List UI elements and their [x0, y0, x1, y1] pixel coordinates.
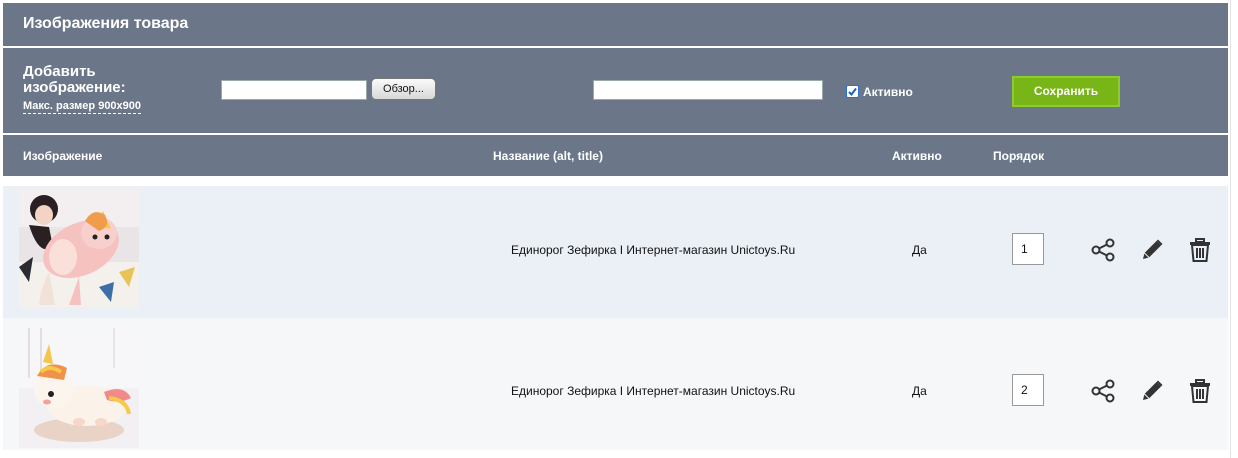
table-header: Изображение Название (alt, title) Активн…: [3, 135, 1228, 176]
add-image-bar: Добавить изображение: Макс. размер 900x9…: [3, 48, 1228, 133]
table-row: Единорог Зефирка I Интернет-магазин Unic…: [3, 186, 1228, 318]
panel-title: Изображения товара: [23, 15, 189, 32]
panel-header: Изображения товара: [3, 3, 1228, 46]
order-input[interactable]: 1: [1012, 233, 1044, 265]
active-checkbox-label[interactable]: Активно: [863, 85, 913, 99]
image-name: Единорог Зефирка I Интернет-магазин Unic…: [511, 384, 796, 398]
file-path-field[interactable]: [221, 80, 367, 100]
column-header-name: Название (alt, title): [493, 149, 603, 163]
product-thumbnail[interactable]: [19, 328, 139, 448]
scrollbar[interactable]: [1230, 0, 1238, 458]
active-value: Да: [912, 384, 927, 398]
edit-pencil-icon[interactable]: [1139, 237, 1165, 263]
save-button[interactable]: Сохранить: [1012, 76, 1120, 107]
checkmark-icon: [848, 87, 857, 97]
product-thumbnail[interactable]: [19, 187, 139, 307]
edit-pencil-icon[interactable]: [1139, 378, 1165, 404]
active-value: Да: [912, 243, 927, 257]
add-image-label: Добавить изображение:: [23, 63, 126, 96]
column-header-order: Порядок: [993, 149, 1045, 163]
share-icon[interactable]: [1090, 378, 1116, 404]
product-images-panel: Изображения товара Добавить изображение:…: [3, 3, 1228, 458]
image-name: Единорог Зефирка I Интернет-магазин Unic…: [511, 243, 796, 257]
plush-unicorn-photo: [19, 187, 139, 307]
column-header-image: Изображение: [23, 149, 103, 163]
column-header-active: Активно: [892, 149, 942, 163]
max-size-hint[interactable]: Макс. размер 900x900: [23, 100, 142, 114]
trash-icon[interactable]: [1187, 237, 1213, 263]
plush-unicorn-photo: [19, 328, 139, 448]
order-input[interactable]: 2: [1012, 374, 1044, 406]
alt-title-input[interactable]: [593, 80, 823, 100]
share-icon[interactable]: [1090, 237, 1116, 263]
active-checkbox[interactable]: [846, 85, 859, 98]
trash-icon[interactable]: [1187, 378, 1213, 404]
table-row: Единорог Зефирка I Интернет-магазин Unic…: [3, 318, 1228, 450]
browse-button[interactable]: Обзор...: [371, 78, 436, 100]
